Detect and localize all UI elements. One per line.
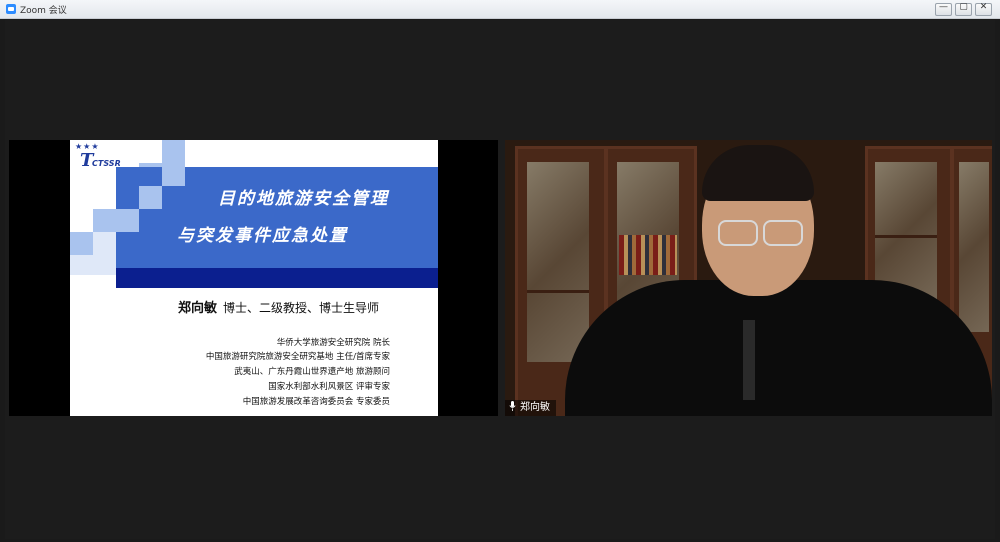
decor-square — [70, 255, 116, 275]
minimize-button[interactable]: — — [935, 2, 952, 16]
presentation-slide: ★★★ T CTSSR 目的地旅游安全管理 与突发事件应急处置 郑向敏 博士、二级… — [70, 140, 438, 416]
eyeglasses-icon — [763, 220, 803, 246]
slide-title-line1: 目的地旅游安全管理 — [218, 189, 389, 209]
decor-square — [93, 209, 116, 232]
participant-name-tag: 郑向敏 — [505, 400, 556, 416]
decor-square — [162, 163, 185, 186]
shelf — [875, 235, 937, 238]
participant-torso — [565, 280, 992, 416]
affiliation-5: 中国旅游发展改革咨询委员会 专家委员 — [242, 397, 390, 407]
eyeglasses-icon — [718, 220, 758, 246]
affiliation-1: 华侨大学旅游安全研究院 院长 — [276, 338, 390, 348]
logo-text: CTSSR — [92, 159, 121, 168]
affiliation-2: 中国旅游研究院旅游安全研究基地 主任/首席专家 — [205, 352, 390, 362]
zoom-window: Zoom 会议 — ▢ ✕ ★★★ T CTSSR 目的地旅游安全管理 与突发事… — [0, 0, 1000, 542]
cabinet-glass — [527, 162, 589, 362]
minimize-icon: — — [939, 2, 948, 12]
speaker-name: 郑向敏 — [178, 301, 218, 316]
shelf — [527, 290, 589, 293]
close-icon: ✕ — [979, 2, 988, 12]
decor-square — [93, 232, 116, 255]
decor-square — [162, 140, 185, 163]
maximize-icon: ▢ — [959, 2, 968, 12]
microphone-icon — [509, 401, 516, 411]
participant-hair — [702, 145, 814, 201]
decor-square — [139, 186, 162, 209]
title-bar: Zoom 会议 — ▢ ✕ — [0, 0, 1000, 19]
zoom-logo-icon — [6, 4, 16, 14]
slide-title-line2: 与突发事件应急处置 — [177, 226, 348, 246]
speaker-line: 郑向敏 博士、二级教授、博士生导师 — [178, 297, 379, 316]
shared-screen-tile[interactable]: ★★★ T CTSSR 目的地旅游安全管理 与突发事件应急处置 郑向敏 博士、二级… — [9, 140, 498, 416]
books — [619, 235, 677, 275]
decor-square — [70, 232, 93, 255]
cabinet-glass — [959, 162, 989, 332]
affiliation-3: 武夷山、广东丹霞山世界遗产地 旅游顾问 — [234, 367, 390, 377]
maximize-button[interactable]: ▢ — [955, 2, 972, 16]
shirt-placket — [743, 320, 755, 400]
window-title: Zoom 会议 — [20, 6, 67, 16]
title-underline-band — [116, 268, 438, 288]
speaker-titles: 博士、二级教授、博士生导师 — [223, 301, 380, 315]
participant-name: 郑向敏 — [520, 402, 550, 413]
decor-square — [116, 209, 139, 232]
participant-video-tile[interactable]: 郑向敏 — [505, 140, 992, 416]
close-button[interactable]: ✕ — [975, 2, 992, 16]
affiliation-4: 国家水利部水利风景区 评审专家 — [268, 382, 390, 392]
